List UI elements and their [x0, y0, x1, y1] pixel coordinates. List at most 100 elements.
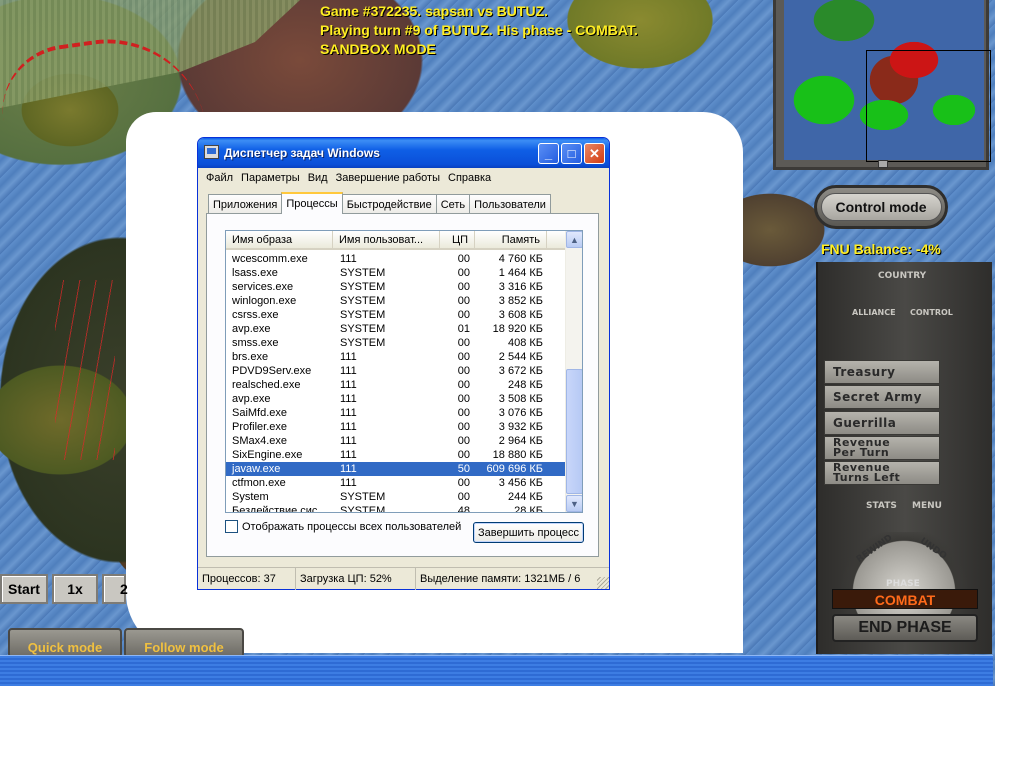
- stats-button[interactable]: STATS: [866, 501, 897, 511]
- tab-applications[interactable]: Приложения: [208, 194, 283, 214]
- scroll-thumb[interactable]: [566, 369, 582, 494]
- unit-stack[interactable]: [55, 280, 115, 460]
- process-memory-cell: 3 076 КБ: [498, 407, 543, 419]
- table-row[interactable]: PDVD9Serv.exe 111 00 3 672 КБ: [226, 364, 567, 378]
- process-name-cell: avp.exe: [232, 323, 271, 335]
- menu-view[interactable]: Вид: [304, 172, 332, 184]
- alliance-tab[interactable]: ALLIANCE: [852, 308, 896, 317]
- process-cpu-cell: 00: [457, 407, 470, 419]
- tab-performance[interactable]: Быстродействие: [341, 194, 437, 214]
- title-bar[interactable]: Диспетчер задач Windows _ □ ✕: [198, 138, 609, 168]
- menu-file[interactable]: Файл: [202, 172, 237, 184]
- show-all-users-checkbox[interactable]: Отображать процессы всех пользователей: [225, 520, 461, 533]
- process-cpu-cell: 00: [457, 337, 470, 349]
- table-row[interactable]: avp.exe SYSTEM 01 18 920 КБ: [226, 322, 567, 336]
- table-row[interactable]: avp.exe 111 00 3 508 КБ: [226, 392, 567, 406]
- taskbar[interactable]: [0, 655, 993, 686]
- revenue-per-turn-button[interactable]: Revenue Per Turn: [824, 436, 940, 460]
- revenue-per-turn-line-2: Per Turn: [833, 446, 890, 459]
- table-row[interactable]: SixEngine.exe 111 00 18 880 КБ: [226, 448, 567, 462]
- checkbox-box[interactable]: [225, 520, 238, 533]
- process-memory-cell: 3 456 КБ: [498, 477, 543, 489]
- country-label[interactable]: COUNTRY: [878, 271, 926, 281]
- close-button[interactable]: ✕: [584, 143, 605, 164]
- table-row[interactable]: lsass.exe SYSTEM 00 1 464 КБ: [226, 266, 567, 280]
- process-name-cell: avp.exe: [232, 393, 271, 405]
- process-cpu-cell: 50: [457, 463, 470, 475]
- vertical-scrollbar[interactable]: ▲ ▼: [565, 231, 582, 512]
- menu-button[interactable]: MENU: [912, 501, 942, 511]
- secret-army-button[interactable]: Secret Army: [824, 385, 940, 409]
- minimize-button[interactable]: _: [538, 143, 559, 164]
- speed-2x-button[interactable]: 2: [102, 574, 128, 604]
- minimap[interactable]: [773, 0, 991, 170]
- process-name-cell: realsched.exe: [232, 379, 301, 391]
- table-row[interactable]: javaw.exe 111 50 609 696 КБ: [226, 462, 567, 476]
- process-list[interactable]: Имя образа Имя пользоват... ЦП Память wc…: [225, 230, 583, 513]
- end-process-button[interactable]: Завершить процесс: [473, 522, 584, 543]
- table-row[interactable]: ctfmon.exe 111 00 3 456 КБ: [226, 476, 567, 490]
- table-row[interactable]: Profiler.exe 111 00 3 932 КБ: [226, 420, 567, 434]
- table-row[interactable]: winlogon.exe SYSTEM 00 3 852 КБ: [226, 294, 567, 308]
- end-phase-button[interactable]: END PHASE: [832, 614, 978, 642]
- start-button[interactable]: Start: [0, 574, 48, 604]
- quick-mode-button[interactable]: Quick mode: [8, 628, 122, 658]
- process-user-cell: 111: [340, 253, 357, 265]
- control-mode-button[interactable]: Control mode: [814, 185, 948, 229]
- process-name-cell: SaiMfd.exe: [232, 407, 288, 419]
- process-name-cell: brs.exe: [232, 351, 269, 363]
- table-row[interactable]: brs.exe 111 00 2 544 КБ: [226, 350, 567, 364]
- scroll-down-button[interactable]: ▼: [566, 495, 582, 512]
- table-row[interactable]: csrss.exe SYSTEM 00 3 608 КБ: [226, 308, 567, 322]
- process-list-header: Имя образа Имя пользоват... ЦП Память: [226, 231, 567, 250]
- scroll-up-button[interactable]: ▲: [566, 231, 582, 248]
- game-status-line-2: Playing turn #9 of BUTUZ. His phase - CO…: [320, 22, 638, 38]
- fnu-balance: FNU Balance: -4%: [821, 241, 941, 257]
- minimap-viewport[interactable]: [866, 50, 991, 162]
- menu-shutdown[interactable]: Завершение работы: [332, 172, 444, 184]
- menu-options[interactable]: Параметры: [237, 172, 304, 184]
- table-row[interactable]: SaiMfd.exe 111 00 3 076 КБ: [226, 406, 567, 420]
- table-row[interactable]: services.exe SYSTEM 00 3 316 КБ: [226, 280, 567, 294]
- column-user-name[interactable]: Имя пользоват...: [333, 231, 440, 250]
- column-memory[interactable]: Память: [475, 231, 547, 250]
- table-row[interactable]: smss.exe SYSTEM 00 408 КБ: [226, 336, 567, 350]
- process-user-cell: 111: [340, 407, 357, 419]
- process-user-cell: 111: [340, 393, 357, 405]
- follow-mode-button[interactable]: Follow mode: [124, 628, 244, 658]
- tab-users[interactable]: Пользователи: [469, 194, 551, 214]
- process-memory-cell: 1 464 КБ: [498, 267, 543, 279]
- tab-networking[interactable]: Сеть: [435, 194, 471, 214]
- maximize-icon: □: [567, 146, 576, 161]
- process-cpu-cell: 00: [457, 281, 470, 293]
- menu-help[interactable]: Справка: [444, 172, 495, 184]
- task-manager-window[interactable]: Диспетчер задач Windows _ □ ✕ Файл Парам…: [197, 137, 610, 590]
- control-tab[interactable]: CONTROL: [910, 308, 953, 317]
- column-cpu[interactable]: ЦП: [440, 231, 475, 250]
- guerrilla-button[interactable]: Guerrilla: [824, 411, 940, 435]
- tab-processes[interactable]: Процессы: [281, 192, 343, 214]
- process-cpu-cell: 00: [457, 379, 470, 391]
- table-row[interactable]: System SYSTEM 00 244 КБ: [226, 490, 567, 504]
- chevron-up-icon: ▲: [570, 234, 579, 245]
- minimap-grip[interactable]: [878, 160, 888, 168]
- status-cpu-load: Загрузка ЦП: 52%: [296, 568, 416, 590]
- process-memory-cell: 18 920 КБ: [492, 323, 543, 335]
- resize-grip[interactable]: [597, 577, 609, 589]
- show-all-users-label: Отображать процессы всех пользователей: [242, 520, 462, 533]
- speed-1x-button[interactable]: 1x: [52, 574, 98, 604]
- revenue-turns-left-button[interactable]: Revenue Turns Left: [824, 461, 940, 485]
- process-user-cell: 111: [340, 351, 357, 363]
- process-cpu-cell: 00: [457, 393, 470, 405]
- column-image-name[interactable]: Имя образа: [226, 231, 333, 250]
- country-panel: COUNTRY ALLIANCE CONTROL Treasury Secret…: [816, 262, 992, 654]
- table-row[interactable]: Бездействие сис... SYSTEM 48 28 КБ: [226, 504, 567, 512]
- table-row[interactable]: SMax4.exe 111 00 2 964 КБ: [226, 434, 567, 448]
- table-row[interactable]: wcescomm.exe 111 00 4 760 КБ: [226, 252, 567, 266]
- treasury-button[interactable]: Treasury: [824, 360, 940, 384]
- process-name-cell: PDVD9Serv.exe: [232, 365, 312, 377]
- process-user-cell: SYSTEM: [340, 295, 386, 307]
- process-name-cell: lsass.exe: [232, 267, 278, 279]
- maximize-button[interactable]: □: [561, 143, 582, 164]
- table-row[interactable]: realsched.exe 111 00 248 КБ: [226, 378, 567, 392]
